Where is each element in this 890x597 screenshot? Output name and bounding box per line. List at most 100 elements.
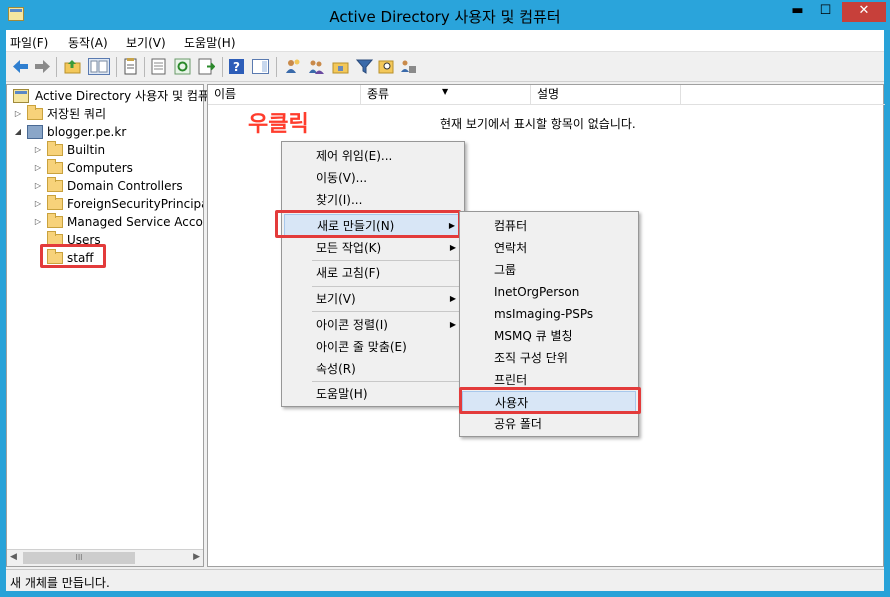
back-icon[interactable] (12, 58, 29, 75)
menu-item-view[interactable]: 보기(V) ▶ (284, 288, 462, 310)
minimize-button[interactable]: ▬ (784, 2, 811, 22)
menu-item-find[interactable]: 찾기(I)... (284, 189, 462, 211)
menu-file[interactable]: 파일(F) (10, 34, 48, 51)
collapse-arrow-icon[interactable]: ◢ (13, 123, 23, 141)
menu-item-help[interactable]: 도움말(H) (284, 383, 462, 405)
tree-item-label: blogger.pe.kr (47, 125, 127, 139)
menu-item-line-up-icons[interactable]: 아이콘 줄 맞춤(E) (284, 336, 462, 358)
tree-item-managed-service[interactable]: ▷ Managed Service Accou (33, 213, 203, 231)
export-list-icon[interactable] (198, 58, 215, 75)
properties-icon[interactable] (122, 58, 139, 75)
tree-item-users[interactable]: Users (33, 231, 203, 249)
new-ou-icon[interactable] (332, 58, 349, 75)
menu-view[interactable]: 보기(V) (126, 34, 166, 51)
tree-item-domain-controllers[interactable]: ▷ Domain Controllers (33, 177, 203, 195)
submenu-item-ou[interactable]: 조직 구성 단위 (462, 347, 636, 369)
submenu-item-computer[interactable]: 컴퓨터 (462, 215, 636, 237)
header-divider (208, 104, 885, 105)
folder-icon (47, 213, 63, 228)
menu-help[interactable]: 도움말(H) (184, 34, 236, 51)
tree-pane: Active Directory 사용자 및 컴퓨 ▷ 저장된 쿼리 ◢ blo… (6, 84, 209, 567)
tree-root-label: Active Directory 사용자 및 컴퓨 (35, 89, 209, 103)
find-icon[interactable] (378, 58, 395, 75)
menu-separator (312, 212, 460, 213)
export-icon[interactable] (150, 58, 167, 75)
context-menu: 제어 위임(E)... 이동(V)... 찾기(I)... 새로 만들기(N) … (281, 141, 465, 407)
add-to-group-icon[interactable] (400, 58, 417, 75)
menu-item-all-tasks[interactable]: 모든 작업(K) ▶ (284, 237, 462, 259)
sort-arrow-icon: ▼ (442, 87, 449, 96)
right-click-annotation: 우클릭 (247, 111, 310, 138)
submenu-item-msimaging-psps[interactable]: msImaging-PSPs (462, 303, 636, 325)
maximize-button[interactable]: ☐ (812, 2, 839, 22)
menu-separator (312, 381, 460, 382)
refresh-icon[interactable] (174, 58, 191, 75)
scroll-thumb[interactable]: III (23, 552, 135, 564)
tree-item-saved-queries[interactable]: ▷ 저장된 쿼리 (13, 105, 203, 123)
submenu-item-msmq-alias[interactable]: MSMQ 큐 별칭 (462, 325, 636, 347)
submenu-item-user[interactable]: 사용자 (462, 391, 636, 413)
status-text: 새 개체를 만듭니다. (10, 576, 110, 590)
toolbar-separator (116, 57, 117, 77)
menu-bar: 파일(F) 동작(A) 보기(V) 도움말(H) (6, 30, 884, 52)
menu-item-refresh[interactable]: 새로 고침(F) (284, 262, 462, 284)
folder-icon (47, 141, 63, 156)
title-bar[interactable]: Active Directory 사용자 및 컴퓨터 ▬ ☐ ✕ (0, 0, 890, 30)
toolbar: ? (6, 52, 884, 82)
menu-item-delegate-control[interactable]: 제어 위임(E)... (284, 145, 462, 167)
submenu-item-printer[interactable]: 프린터 (462, 369, 636, 391)
svg-text:?: ? (233, 60, 240, 74)
action-pane-icon[interactable] (252, 58, 269, 75)
menu-item-new[interactable]: 새로 만들기(N) ▶ (284, 214, 462, 236)
tree-item-builtin[interactable]: ▷ Builtin (33, 141, 203, 159)
column-header-description[interactable]: 설명 (531, 85, 681, 104)
new-group-icon[interactable] (308, 58, 325, 75)
folder-icon (47, 159, 63, 174)
menu-item-arrange-icons[interactable]: 아이콘 정렬(I) ▶ (284, 314, 462, 336)
tree-root[interactable]: Active Directory 사용자 및 컴퓨 (13, 87, 209, 105)
tree-item-staff[interactable]: staff (33, 249, 203, 267)
ad-console-icon (13, 89, 29, 103)
tree-item-domain[interactable]: ◢ blogger.pe.kr (13, 123, 203, 141)
scroll-left-icon[interactable]: ◀ (10, 552, 17, 562)
menu-item-label: 보기(V) (316, 292, 356, 306)
expand-arrow-icon[interactable]: ▷ (33, 141, 43, 159)
show-tree-icon[interactable] (88, 58, 110, 75)
ou-folder-icon (47, 177, 63, 192)
column-header-name[interactable]: 이름 (208, 85, 361, 104)
status-bar: 새 개체를 만듭니다. (6, 569, 884, 591)
menu-item-label: 새로 만들기(N) (317, 219, 395, 233)
menu-separator (312, 260, 460, 261)
menu-item-move[interactable]: 이동(V)... (284, 167, 462, 189)
menu-item-label: 모든 작업(K) (316, 241, 382, 255)
tree-item-label: ForeignSecurityPrincipal (67, 197, 203, 211)
folder-icon (27, 105, 43, 120)
horizontal-scrollbar[interactable]: ◀ III ▶ (7, 549, 203, 566)
close-button[interactable]: ✕ (842, 2, 886, 22)
new-submenu: 컴퓨터 연락처 그룹 InetOrgPerson msImaging-PSPs … (459, 211, 639, 437)
forward-icon[interactable] (34, 58, 51, 75)
expand-arrow-icon[interactable]: ▷ (33, 177, 43, 195)
expand-arrow-icon[interactable]: ▷ (33, 159, 43, 177)
tree-item-foreign-security[interactable]: ▷ ForeignSecurityPrincipal (33, 195, 203, 213)
scroll-right-icon[interactable]: ▶ (193, 552, 200, 562)
submenu-item-contact[interactable]: 연락처 (462, 237, 636, 259)
window-title: Active Directory 사용자 및 컴퓨터 (329, 8, 561, 26)
menu-item-properties[interactable]: 속성(R) (284, 358, 462, 380)
folder-icon (47, 231, 63, 246)
new-user-icon[interactable] (284, 58, 301, 75)
expand-arrow-icon[interactable]: ▷ (33, 213, 43, 231)
submenu-item-inetorgperson[interactable]: InetOrgPerson (462, 281, 636, 303)
submenu-item-group[interactable]: 그룹 (462, 259, 636, 281)
tree-item-computers[interactable]: ▷ Computers (33, 159, 203, 177)
expand-arrow-icon[interactable]: ▷ (33, 195, 43, 213)
submenu-item-shared-folder[interactable]: 공유 폴더 (462, 413, 636, 435)
menu-action[interactable]: 동작(A) (68, 34, 108, 51)
filter-icon[interactable] (356, 58, 373, 75)
tree-item-label: Users (67, 233, 101, 247)
toolbar-separator (56, 57, 57, 77)
up-folder-icon[interactable] (64, 58, 81, 75)
menu-separator (312, 311, 460, 312)
expand-arrow-icon[interactable]: ▷ (13, 105, 23, 123)
help-icon[interactable]: ? (228, 58, 245, 75)
